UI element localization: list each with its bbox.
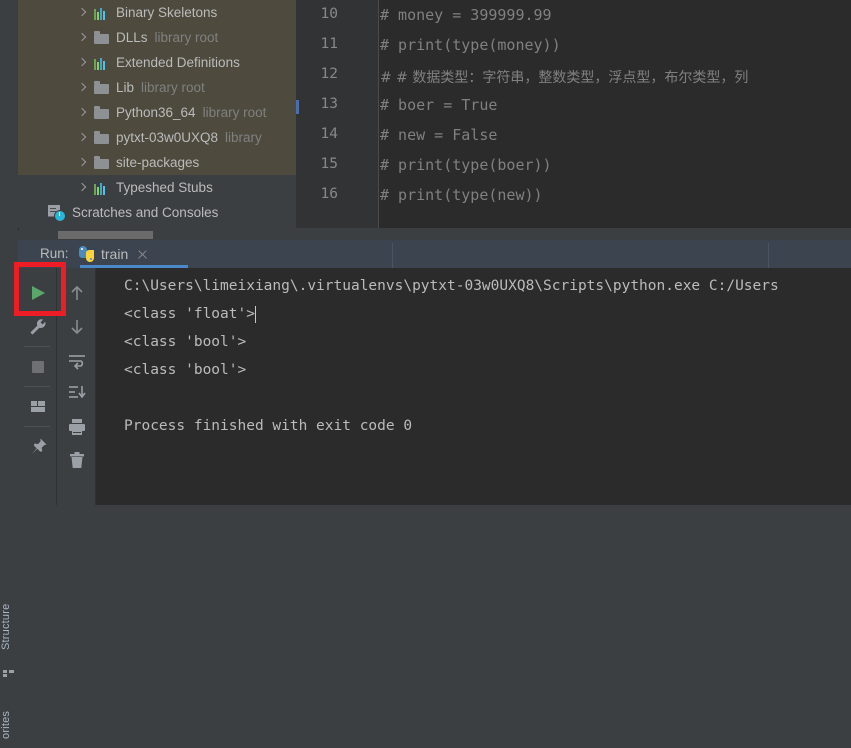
layout-icon[interactable]	[27, 396, 49, 418]
library-bars-icon	[94, 5, 110, 20]
pin-icon[interactable]	[27, 436, 49, 458]
code-line: # money = 399999.99	[380, 6, 552, 24]
line-number: 13	[320, 96, 338, 112]
console-line: <class 'float'>	[124, 306, 255, 322]
tree-item[interactable]: Binary Skeletons	[18, 0, 296, 25]
line-number: 11	[320, 36, 338, 52]
code-line: # boer = True	[380, 96, 498, 114]
run-console-output[interactable]: C:\Users\limeixiang\.virtualenvs\pytxt-0…	[96, 268, 851, 505]
chevron-right-icon[interactable]	[76, 132, 88, 144]
editor-bottom-filler	[296, 228, 851, 240]
folder-icon	[94, 131, 110, 145]
arrow-up-icon[interactable]	[66, 282, 88, 304]
python-icon	[78, 245, 95, 263]
folder-icon	[94, 156, 110, 170]
code-line: # new = False	[380, 126, 498, 144]
tree-item-suffix: library root	[141, 80, 205, 95]
project-tree-panel: Binary Skeletons DLLs library root Extended…	[18, 0, 296, 228]
tabbar-separator-2	[768, 243, 769, 268]
annotation-highlight-box	[14, 262, 66, 316]
tree-item-label: Python36_64	[116, 105, 196, 120]
tree-item-label: site-packages	[116, 155, 200, 170]
sidebar-tab-favorites[interactable]: orites	[0, 702, 18, 748]
stop-button[interactable]	[27, 356, 49, 378]
line-number: 14	[320, 126, 338, 142]
run-tool-window: Run: train C:\Users\limeixiang\.virtuale…	[18, 240, 851, 505]
chevron-right-icon[interactable]	[76, 182, 88, 194]
printer-icon[interactable]	[66, 416, 88, 438]
tree-item-label: Scratches and Consoles	[72, 205, 219, 220]
library-bars-icon	[94, 180, 110, 195]
structure-icon	[3, 670, 14, 677]
line-number: 16	[320, 186, 338, 202]
line-number: 10	[320, 6, 338, 22]
library-bars-icon	[94, 55, 110, 70]
tab-train[interactable]: train	[78, 240, 148, 268]
tree-item-scratches[interactable]: Scratches and Consoles	[18, 200, 296, 225]
console-line: <class 'bool'>	[124, 334, 247, 350]
sidebar-tab-structure[interactable]: Structure	[0, 588, 18, 666]
scratches-icon	[48, 204, 66, 222]
tree-item[interactable]: Lib library root	[18, 75, 296, 100]
tree-item-label: Binary Skeletons	[116, 5, 218, 20]
tree-item[interactable]: Extended Definitions	[18, 50, 296, 75]
console-line: Process finished with exit code 0	[124, 418, 413, 434]
tree-item[interactable]: pytxt-03w0UXQ8 library	[18, 125, 296, 150]
toolbar-divider-2	[24, 386, 50, 387]
editor-gutter[interactable]: 10 11 12 13 14 15 16	[296, 0, 379, 228]
chevron-right-icon[interactable]	[76, 82, 88, 94]
tree-item-label: Typeshed Stubs	[116, 180, 213, 195]
line-number: 12	[320, 66, 338, 82]
tree-item-suffix: library root	[154, 30, 219, 45]
tree-item[interactable]: Python36_64 library root	[18, 100, 296, 125]
tree-item-label: Lib	[116, 80, 135, 95]
folder-icon	[94, 81, 110, 95]
code-editor[interactable]: 10 11 12 13 14 15 16 # money = 399999.99 # prin…	[296, 0, 851, 228]
tab-label: train	[101, 246, 129, 262]
run-tabbar: Run: train	[18, 240, 851, 268]
code-line: # print(type(new))	[380, 186, 543, 204]
chevron-right-icon[interactable]	[76, 157, 88, 169]
arrow-down-icon[interactable]	[66, 316, 88, 338]
tree-item[interactable]: DLLs library root	[18, 25, 296, 50]
tree-item-suffix: library	[225, 130, 262, 145]
left-tool-strip-upper	[0, 0, 19, 240]
wrench-icon[interactable]	[27, 316, 49, 338]
toolbar-divider-3	[24, 426, 50, 427]
folder-icon	[94, 31, 110, 45]
console-line: <class 'bool'>	[124, 362, 247, 378]
scroll-end-icon[interactable]	[66, 382, 88, 404]
close-icon[interactable]	[137, 249, 148, 260]
tree-item[interactable]: Typeshed Stubs	[18, 175, 296, 200]
toolbar-divider-1	[24, 346, 50, 347]
pycharm-window: Structure orites Binary Skeletons DLLs lib…	[0, 0, 851, 739]
chevron-right-icon[interactable]	[76, 32, 88, 44]
tree-item-label: pytxt-03w0UXQ8	[116, 130, 219, 145]
run-window-label: Run:	[40, 246, 69, 261]
trash-icon[interactable]	[66, 450, 88, 472]
code-line: # # 数据类型：字符串，整数类型，浮点型，布尔类型，列	[380, 70, 749, 86]
line-number: 15	[320, 156, 338, 172]
code-line: # print(type(money))	[380, 36, 561, 54]
scrollbar-thumb[interactable]	[58, 231, 153, 239]
chevron-right-icon[interactable]	[76, 57, 88, 69]
tree-item-label: Extended Definitions	[116, 55, 240, 70]
code-line: # print(type(boer))	[380, 156, 552, 174]
tabbar-separator-1	[392, 243, 393, 268]
chevron-right-icon[interactable]	[76, 7, 88, 19]
soft-wrap-icon[interactable]	[66, 350, 88, 372]
tree-item[interactable]: site-packages	[18, 150, 296, 175]
tree-item-suffix: library root	[202, 105, 267, 120]
chevron-right-icon[interactable]	[76, 107, 88, 119]
project-tree-hscrollbar[interactable]	[18, 230, 296, 240]
console-line: C:\Users\limeixiang\.virtualenvs\pytxt-0…	[124, 278, 779, 294]
tree-item-label: DLLs	[116, 30, 148, 45]
folder-icon	[94, 106, 110, 120]
text-caret	[254, 306, 257, 323]
